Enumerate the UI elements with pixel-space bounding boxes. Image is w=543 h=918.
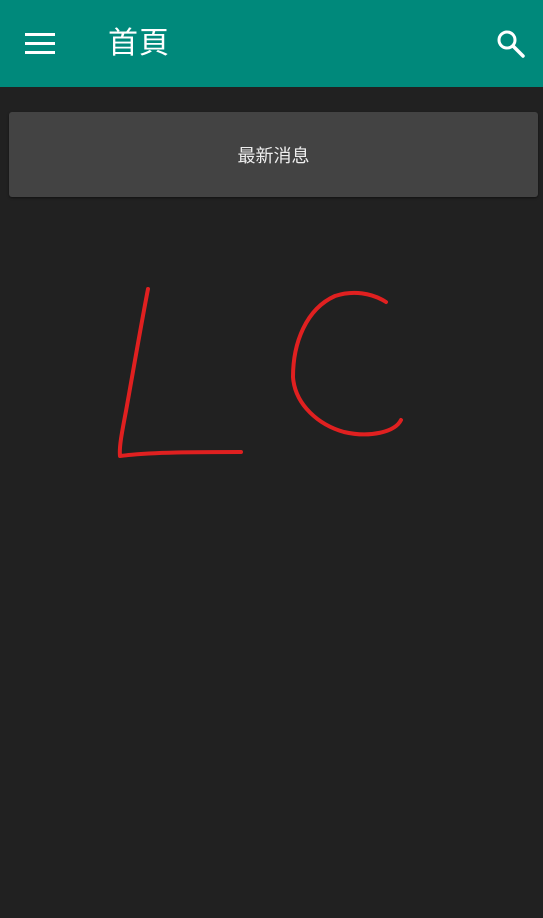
page-title: 首頁 bbox=[108, 26, 170, 61]
menu-button[interactable] bbox=[20, 24, 60, 64]
hamburger-menu-icon bbox=[25, 33, 55, 54]
handwritten-c-stroke bbox=[291, 290, 403, 437]
app-bar: 首頁 bbox=[0, 0, 543, 87]
search-icon bbox=[497, 30, 525, 58]
handwritten-l-stroke bbox=[117, 287, 243, 458]
latest-news-button[interactable]: 最新消息 bbox=[9, 112, 538, 197]
search-button[interactable] bbox=[491, 24, 531, 64]
